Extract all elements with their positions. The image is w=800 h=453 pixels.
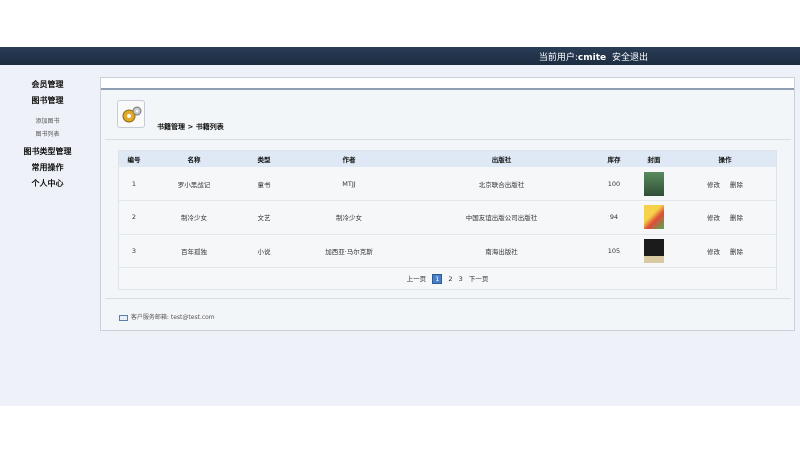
book-table: 编号 名称 类型 作者 出版社 库存 封面 操作 1 罗小黑战记 童书 MTJJ… <box>119 151 776 268</box>
cell-author: 加西亚·马尔克斯 <box>325 247 373 256</box>
sidebar-item-book-types[interactable]: 图书类型管理 <box>0 144 95 160</box>
cell-actions: 修改 删除 <box>674 201 776 235</box>
app-area: 当前用户:cmite 安全退出 会员管理 图书管理 添加图书 图书列表 图书类型… <box>0 47 800 406</box>
book-cover-image <box>644 205 664 230</box>
book-cover-image <box>644 238 664 263</box>
page-link[interactable]: 2 <box>448 275 452 283</box>
delete-link[interactable]: 删除 <box>730 181 743 189</box>
top-bar: 当前用户:cmite 安全退出 <box>0 47 800 65</box>
cell-cover <box>634 167 674 201</box>
table-row: 1 罗小黑战记 童书 MTJJ 北京联合出版社 100 修改 删除 <box>119 167 776 201</box>
user-prefix: 当前用户: <box>538 53 578 63</box>
breadcrumb: 书籍管理 > 书籍列表 <box>157 122 224 132</box>
delete-link[interactable]: 删除 <box>730 248 743 256</box>
settings-gears-icon <box>117 100 145 128</box>
cell-author: MTJJ <box>342 179 356 188</box>
sidebar: 会员管理 图书管理 添加图书 图书列表 图书类型管理 常用操作 个人中心 <box>0 77 95 192</box>
cell-id: 1 <box>131 179 137 188</box>
header-name: 名称 <box>187 156 201 164</box>
delete-link[interactable]: 删除 <box>730 214 743 222</box>
cell-cover <box>634 234 674 268</box>
edit-link[interactable]: 修改 <box>707 248 720 256</box>
breadcrumb-current: 书籍列表 <box>195 123 224 131</box>
logout-link[interactable]: 安全退出 <box>612 53 648 63</box>
cell-name: 制冷少女 <box>181 214 207 223</box>
footer: 客户服务邮箱: test@test.com <box>119 312 215 321</box>
header-id: 编号 <box>127 156 141 164</box>
sidebar-item-books[interactable]: 图书管理 <box>0 93 95 109</box>
current-user: 当前用户:cmite 安全退出 <box>539 50 648 63</box>
header-publisher: 出版社 <box>491 156 512 164</box>
footer-email-label: 客户服务邮箱: <box>130 314 169 321</box>
sidebar-item-common-ops[interactable]: 常用操作 <box>0 160 95 176</box>
header-stock: 库存 <box>607 156 621 164</box>
cell-stock: 94 <box>609 213 619 222</box>
cell-cover <box>634 201 674 235</box>
next-page-link[interactable]: 下一页 <box>469 275 489 283</box>
cell-id: 2 <box>131 213 137 222</box>
cell-actions: 修改 删除 <box>674 234 776 268</box>
sidebar-subitem-book-list[interactable]: 图书列表 <box>0 128 95 141</box>
content-panel: 书籍管理 > 书籍列表 编号 名称 类型 作者 出版社 库存 封面 操作 1 罗… <box>100 77 795 331</box>
cell-publisher: 中国友谊出版公司出版社 <box>465 214 538 223</box>
cell-type: 小说 <box>257 247 271 256</box>
table-row: 3 百年孤独 小说 加西亚·马尔克斯 南海出版社 105 修改 删除 <box>119 234 776 268</box>
sidebar-item-members[interactable]: 会员管理 <box>0 77 95 93</box>
table-row: 2 制冷少女 文艺 制冷少女 中国友谊出版公司出版社 94 修改 删除 <box>119 201 776 235</box>
sidebar-item-personal[interactable]: 个人中心 <box>0 176 95 192</box>
cell-publisher: 北京联合出版社 <box>478 180 525 189</box>
book-cover-image <box>644 171 664 196</box>
username: cmite <box>577 53 607 63</box>
cell-actions: 修改 删除 <box>674 167 776 201</box>
sidebar-subitem-add-book[interactable]: 添加图书 <box>0 115 95 128</box>
footer-email[interactable]: test@test.com <box>171 314 215 321</box>
divider <box>105 298 791 299</box>
cell-stock: 105 <box>607 246 621 255</box>
prev-page-link[interactable]: 上一页 <box>407 275 427 283</box>
cell-author: 制冷少女 <box>336 214 362 223</box>
edit-link[interactable]: 修改 <box>707 214 720 222</box>
book-table-container: 编号 名称 类型 作者 出版社 库存 封面 操作 1 罗小黑战记 童书 MTJJ… <box>118 150 777 290</box>
header-type: 类型 <box>257 156 271 164</box>
header-cover: 封面 <box>647 156 661 164</box>
divider <box>105 139 791 140</box>
mail-icon <box>119 314 128 321</box>
cell-type: 文艺 <box>257 214 271 223</box>
edit-link[interactable]: 修改 <box>707 181 720 189</box>
page-link-current[interactable]: 1 <box>432 274 443 284</box>
page-link[interactable]: 3 <box>459 275 463 283</box>
breadcrumb-separator: > <box>187 123 194 131</box>
cell-publisher: 南海出版社 <box>485 247 518 256</box>
header-actions: 操作 <box>718 156 732 164</box>
cell-name: 罗小黑战记 <box>177 180 211 189</box>
cell-stock: 100 <box>607 179 621 188</box>
cell-id: 3 <box>131 246 137 255</box>
cell-name: 百年孤独 <box>181 247 207 256</box>
cell-type: 童书 <box>257 180 271 189</box>
header-author: 作者 <box>342 156 356 164</box>
panel-header-bar <box>101 78 794 90</box>
table-header-row: 编号 名称 类型 作者 出版社 库存 封面 操作 <box>119 151 776 167</box>
pagination: 上一页 1 2 3 下一页 <box>119 273 776 287</box>
breadcrumb-parent[interactable]: 书籍管理 <box>157 123 185 131</box>
